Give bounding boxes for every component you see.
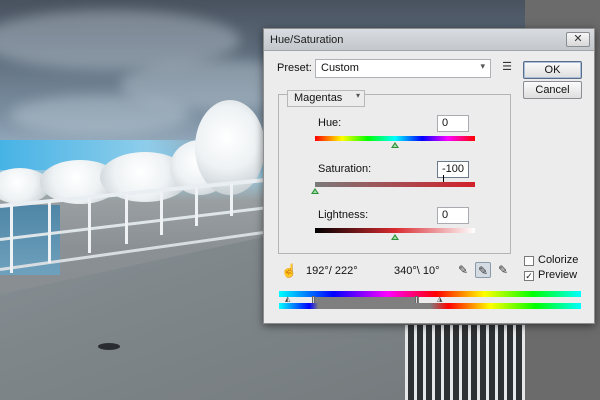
colorize-checkbox[interactable] xyxy=(524,256,534,266)
eyedropper-plus-icon[interactable]: ✎ xyxy=(475,262,491,278)
preview-label: Preview xyxy=(538,269,578,281)
edit-range-value: Magentas xyxy=(294,92,343,104)
saturation-value: -100 xyxy=(442,163,465,175)
hue-saturation-dialog: Hue/Saturation ✕ Preset: Custom ▾ ☰ OK C… xyxy=(263,28,595,324)
saturation-input[interactable]: -100 xyxy=(437,161,469,186)
saturation-slider-track[interactable] xyxy=(315,182,475,187)
preset-value: Custom xyxy=(321,62,359,74)
railing-post xyxy=(10,205,13,273)
hue-label: Hue: xyxy=(318,117,342,129)
close-icon: ✕ xyxy=(573,33,583,45)
range-right-readout: 340°\ 10° xyxy=(394,265,440,277)
lightness-slider-thumb[interactable] xyxy=(391,234,399,240)
preset-select[interactable]: Custom ▾ xyxy=(315,59,491,78)
lightness-input[interactable]: 0 xyxy=(437,207,469,224)
hue-input[interactable]: 0 xyxy=(437,115,469,132)
preset-menu-icon[interactable]: ☰ xyxy=(500,60,514,74)
railing-post xyxy=(88,197,91,253)
saturation-label: Saturation: xyxy=(318,163,372,175)
colorize-label: Colorize xyxy=(538,254,579,266)
cancel-button[interactable]: Cancel xyxy=(523,81,582,99)
railing-post xyxy=(195,188,198,226)
eyedropper-icon[interactable]: ✎ xyxy=(455,262,471,278)
preview-checkbox[interactable]: ✓ xyxy=(524,271,534,281)
chevron-down-icon: ▾ xyxy=(480,61,485,71)
railing-post xyxy=(125,194,128,244)
eyedropper-minus-icon[interactable]: ✎ xyxy=(495,262,511,278)
ok-button[interactable]: OK xyxy=(523,61,582,79)
railing-post xyxy=(48,201,51,263)
close-button[interactable]: ✕ xyxy=(566,32,590,47)
hue-slider-track[interactable] xyxy=(315,136,475,141)
saturation-slider-thumb[interactable] xyxy=(311,188,319,194)
dialog-title: Hue/Saturation xyxy=(270,33,344,46)
fence xyxy=(405,325,525,400)
title-bar[interactable]: Hue/Saturation xyxy=(264,29,594,51)
chevron-down-icon: ▾ xyxy=(355,91,360,100)
range-left-readout: 192°/ 222° xyxy=(306,265,358,277)
preset-label: Preset: xyxy=(277,62,312,74)
edit-range-select[interactable]: Magentas ▾ xyxy=(287,90,365,107)
cloud xyxy=(10,95,190,135)
hue-slider-thumb[interactable] xyxy=(391,142,399,148)
hand-icon[interactable]: ☝ xyxy=(281,263,297,279)
railing-post xyxy=(160,191,163,235)
railing-post xyxy=(230,184,233,216)
check-icon: ✓ xyxy=(525,271,533,281)
lightness-slider-track[interactable] xyxy=(315,228,475,233)
manhole xyxy=(98,343,120,350)
adjusted-spectrum-bar xyxy=(279,303,581,309)
lightness-label: Lightness: xyxy=(318,209,369,221)
